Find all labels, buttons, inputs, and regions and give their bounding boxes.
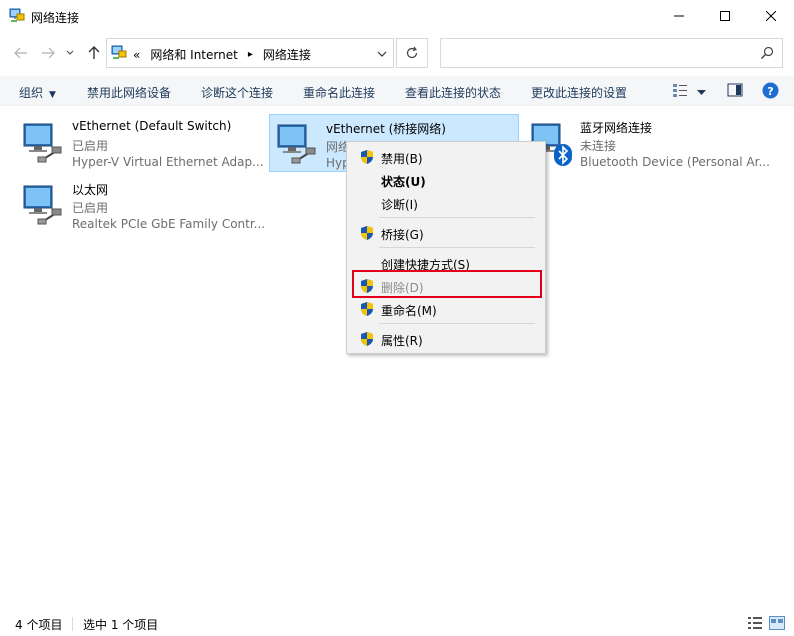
breadcrumb-overflow[interactable]: « (133, 48, 140, 62)
breadcrumb-network-internet[interactable]: 网络和 Internet (150, 46, 237, 63)
bluetooth-icon (554, 144, 572, 166)
change-settings-button[interactable]: 更改此连接的设置 (531, 84, 627, 101)
menu-separator (379, 217, 535, 218)
search-icon[interactable] (760, 46, 774, 63)
connection-name: 以太网 (72, 183, 109, 197)
selected-count: 选中 1 个项目 (83, 618, 159, 632)
caret-down-icon: ▼ (49, 90, 56, 100)
details-view-icon (673, 84, 687, 97)
connection-default-switch[interactable]: vEthernet (Default Switch) 已启用 Hyper-V V… (16, 114, 264, 170)
minimize-icon (674, 15, 684, 17)
details-view-button[interactable] (747, 616, 763, 633)
refresh-button[interactable] (396, 38, 428, 68)
caret-down-icon (697, 90, 706, 95)
address-dropdown-button[interactable] (377, 47, 387, 61)
status-bar: 4 个项目 选中 1 个项目 (0, 612, 794, 636)
annotation-highlight-box (352, 270, 542, 298)
rename-button[interactable]: 重命名此连接 (303, 84, 375, 101)
connection-status: 已启用 (72, 201, 109, 215)
maximize-button[interactable] (702, 0, 748, 32)
network-adapter-icon (277, 124, 316, 164)
connection-name: vEthernet (桥接网络) (326, 122, 446, 136)
menu-item-properties[interactable]: 属性(R) (349, 328, 543, 350)
connection-ethernet[interactable]: 以太网 已启用 Realtek PCIe GbE Family Contr... (16, 176, 266, 232)
tiles-view-button[interactable] (769, 616, 785, 633)
uac-shield-icon (361, 332, 373, 346)
network-adapter-icon (23, 185, 62, 225)
network-connections-icon (9, 8, 25, 22)
arrow-left-icon (14, 47, 27, 59)
menu-separator (379, 247, 535, 248)
item-count: 4 个项目 (15, 618, 63, 632)
uac-shield-icon (361, 226, 373, 240)
breadcrumb: « 网络和 Internet ▸ 网络连接 (133, 46, 311, 63)
chevron-down-icon (377, 51, 387, 57)
refresh-icon (406, 46, 418, 59)
title-bar: 网络连接 (0, 0, 794, 32)
preview-pane-button[interactable] (727, 82, 743, 101)
connection-device: Realtek PCIe GbE Family Contr... (72, 217, 266, 231)
organize-menu[interactable]: 组织 ▼ (19, 84, 56, 101)
up-button[interactable] (84, 43, 104, 63)
network-adapter-icon (23, 123, 62, 163)
arrow-right-icon (42, 47, 55, 59)
close-icon (766, 11, 776, 21)
address-bar[interactable]: « 网络和 Internet ▸ 网络连接 (106, 38, 394, 68)
close-button[interactable] (748, 0, 794, 32)
status-divider (72, 617, 73, 631)
search-input[interactable] (440, 38, 783, 68)
context-menu: 禁用(B) 状态(U) 诊断(I) 桥接(G) 创建快捷方式(S) 删除(D) … (346, 141, 546, 354)
help-button[interactable]: ? (762, 82, 779, 102)
connection-status: 已启用 (72, 139, 109, 153)
view-options-dropdown[interactable] (697, 85, 706, 99)
tiles-view-icon (769, 616, 785, 630)
maximize-icon (720, 11, 730, 21)
navigation-bar: « 网络和 Internet ▸ 网络连接 (0, 35, 794, 71)
connection-status: 未连接 (580, 139, 617, 153)
connection-bluetooth[interactable]: 蓝牙网络连接 未连接 Bluetooth Device (Personal Ar… (524, 114, 784, 170)
network-connections-icon (111, 45, 127, 59)
arrow-up-icon (88, 46, 100, 59)
view-status-button[interactable]: 查看此连接的状态 (405, 84, 501, 101)
menu-item-bridge[interactable]: 桥接(G) (349, 222, 543, 244)
command-bar: 组织 ▼ 禁用此网络设备 诊断这个连接 重命名此连接 查看此连接的状态 更改此连接… (0, 76, 794, 106)
uac-shield-icon (361, 302, 373, 316)
preview-pane-icon (727, 83, 743, 97)
connection-device: Hyper-V Virtual Ethernet Adap... (72, 155, 264, 169)
menu-item-disable[interactable]: 禁用(B) (349, 146, 543, 168)
disable-device-button[interactable]: 禁用此网络设备 (87, 84, 171, 101)
chevron-down-icon (66, 50, 74, 55)
svg-text:?: ? (767, 85, 773, 98)
recent-locations-button[interactable] (63, 43, 77, 63)
back-button[interactable] (11, 43, 31, 63)
breadcrumb-network-connections[interactable]: 网络连接 (263, 46, 311, 63)
menu-item-diagnose[interactable]: 诊断(I) (349, 192, 543, 214)
change-view-button[interactable] (672, 82, 688, 101)
chevron-right-icon[interactable]: ▸ (248, 49, 253, 60)
uac-shield-icon (361, 150, 373, 164)
diagnose-button[interactable]: 诊断这个连接 (201, 84, 273, 101)
connection-device: Bluetooth Device (Personal Ar... (580, 155, 770, 169)
help-icon: ? (762, 82, 779, 99)
menu-item-status[interactable]: 状态(U) (349, 169, 543, 191)
menu-separator (379, 323, 535, 324)
menu-item-rename[interactable]: 重命名(M) (349, 298, 543, 320)
connection-name: vEthernet (Default Switch) (72, 119, 232, 133)
details-view-icon (748, 617, 762, 629)
window-title: 网络连接 (31, 11, 80, 25)
minimize-button[interactable] (656, 0, 702, 32)
connection-name: 蓝牙网络连接 (580, 121, 653, 135)
forward-button[interactable] (38, 43, 58, 63)
